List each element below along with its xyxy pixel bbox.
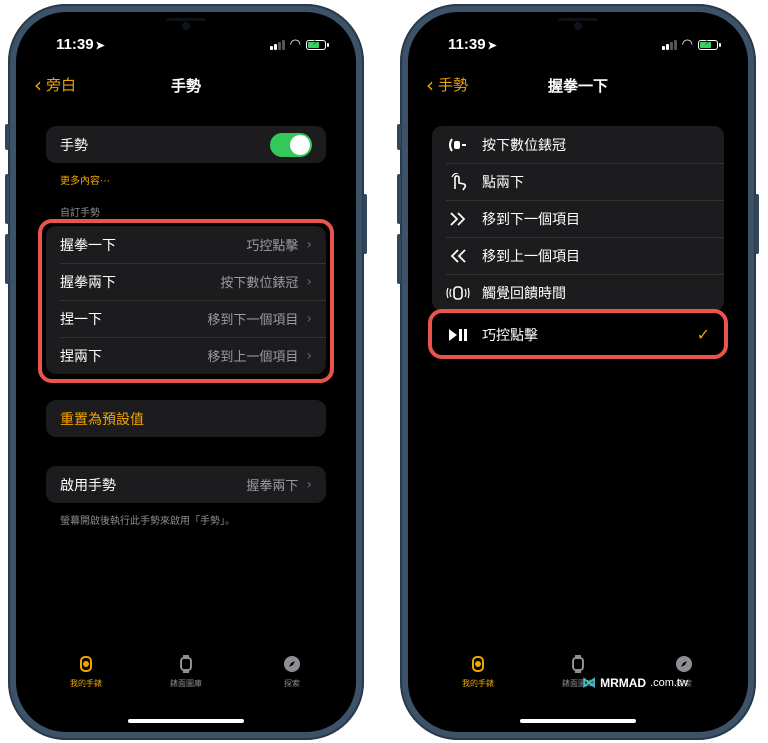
status-time: 11:39 [448,36,486,53]
watermark: ⋈ MRMAD .com.tw [582,674,688,691]
status-bar: 11:39 ➤ ◠ ⚡ [408,36,748,56]
discover-compass-icon [676,656,692,672]
volume-down-button [397,234,401,284]
speaker [558,18,598,21]
right-screen: 11:39➤ ◠ ⚡ ‹手勢 握拳一下 按下數位錶冠 點兩下 移到下一個項目 [408,12,748,732]
digital-crown-icon [449,137,466,152]
option-previous-item[interactable]: 移到上一個項目 [432,237,724,274]
nav-bar: ‹ 旁白 手勢 [16,72,356,96]
highlight-box [428,309,728,359]
wifi-icon: ◠ [289,37,301,52]
home-indicator[interactable] [128,719,244,723]
option-label: 移到下一個項目 [482,211,580,228]
chevron-right-icon: › [306,476,312,493]
gestures-toggle[interactable] [270,132,312,157]
status-time-wrap: 11:39 ➤ [56,36,105,53]
mute-switch [397,124,401,150]
location-arrow-icon: ➤ [487,40,497,52]
front-camera [574,22,582,30]
battery-charging-icon: ⚡ [698,38,721,50]
enable-value: 握拳兩下 [246,479,299,494]
volume-up-button [5,174,9,224]
section-header: 自訂手勢 [60,208,100,219]
speaker [166,18,206,21]
status-bar: 11:39 ➤ ◠ ⚡ [16,36,356,56]
enable-label: 啟用手勢 [60,477,116,494]
left-phone-frame: 11:39 ➤ ◠ ⚡ ‹ 旁白 手勢 手勢 更多內容⋯ 自訂手勢 握拳一下 巧控點… [5,4,367,740]
toggle-label: 手勢 [60,137,88,154]
more-link[interactable]: 更多內容⋯ [60,172,110,187]
option-next-item[interactable]: 移到下一個項目 [432,200,724,237]
status-time: 11:39 [56,36,94,53]
face-gallery-icon [180,655,192,673]
watermark-brand: MRMAD [600,675,647,690]
watermark-domain: .com.tw [650,676,688,689]
enable-gesture-row[interactable]: 啟用手勢 握拳兩下 › [46,466,326,503]
reset-group: 重置為預設值 [46,400,326,437]
reset-label: 重置為預設值 [60,411,144,428]
cellular-signal-icon [661,39,677,50]
home-indicator[interactable] [520,719,636,723]
tap-hand-icon [451,172,467,190]
enable-group: 啟用手勢 握拳兩下 › [46,466,326,503]
tab-face-gallery[interactable]: 錶面圖庫 [146,654,226,689]
battery-charging-icon: ⚡ [306,38,329,50]
tab-discover[interactable]: 探索 [252,654,332,689]
discover-compass-icon [284,656,300,672]
my-watch-icon [472,656,484,672]
status-icons: ◠ ⚡ [661,37,721,52]
mrmad-logo-icon: ⋈ [582,674,597,690]
double-chevron-left-icon [450,248,466,263]
tab-label: 錶面圖庫 [170,679,202,688]
highlight-box [38,219,334,383]
tab-my-watch[interactable]: 我的手錶 [46,654,126,689]
face-gallery-icon [572,655,584,673]
my-watch-icon [80,656,92,672]
reset-button[interactable]: 重置為預設值 [46,400,326,437]
tab-label: 我的手錶 [462,679,494,688]
footnote: 螢幕開啟後執行此手勢來啟用「手勢」。 [60,516,235,527]
tab-label: 我的手錶 [70,679,102,688]
power-button [755,194,759,254]
option-label: 點兩下 [482,174,524,191]
wifi-icon: ◠ [681,37,693,52]
mute-switch [5,124,9,150]
power-button [363,194,367,254]
volume-down-button [5,234,9,284]
cellular-signal-icon [269,39,285,50]
page-title: 握拳一下 [547,77,608,95]
gestures-toggle-group: 手勢 [46,126,326,163]
front-camera [182,22,190,30]
haptic-watch-icon [446,285,470,300]
location-arrow-icon: ➤ [95,40,105,52]
status-time-wrap: 11:39 ➤ [448,36,497,53]
nav-bar: ‹ 手勢 握拳一下 [408,72,748,96]
tab-my-watch[interactable]: 我的手錶 [438,654,518,689]
option-double-tap[interactable]: 點兩下 [432,163,724,200]
tab-label: 探索 [284,679,300,688]
status-icons: ◠ ⚡ [269,37,329,52]
double-chevron-right-icon [450,211,466,226]
tab-bar: 我的手錶 錶面圖庫 探索 [408,654,748,694]
tab-bar: 我的手錶 錶面圖庫 探索 [16,654,356,694]
option-label: 移到上一個項目 [482,248,580,265]
option-haptic-time[interactable]: 觸覺回饋時間 [432,274,724,311]
page-title: 手勢 [170,77,201,95]
option-press-crown[interactable]: 按下數位錶冠 [432,126,724,163]
option-label: 按下數位錶冠 [482,137,566,154]
volume-up-button [397,174,401,224]
left-screen: 11:39 ➤ ◠ ⚡ ‹ 旁白 手勢 手勢 更多內容⋯ 自訂手勢 握拳一下 巧控點… [16,12,356,732]
action-options-group: 按下數位錶冠 點兩下 移到下一個項目 移到上一個項目 觸覺回饋時間 [432,126,724,311]
right-phone-frame: 11:39➤ ◠ ⚡ ‹手勢 握拳一下 按下數位錶冠 點兩下 移到下一個項目 [397,4,759,740]
gestures-toggle-row: 手勢 [46,126,326,163]
option-label: 觸覺回饋時間 [482,285,566,302]
